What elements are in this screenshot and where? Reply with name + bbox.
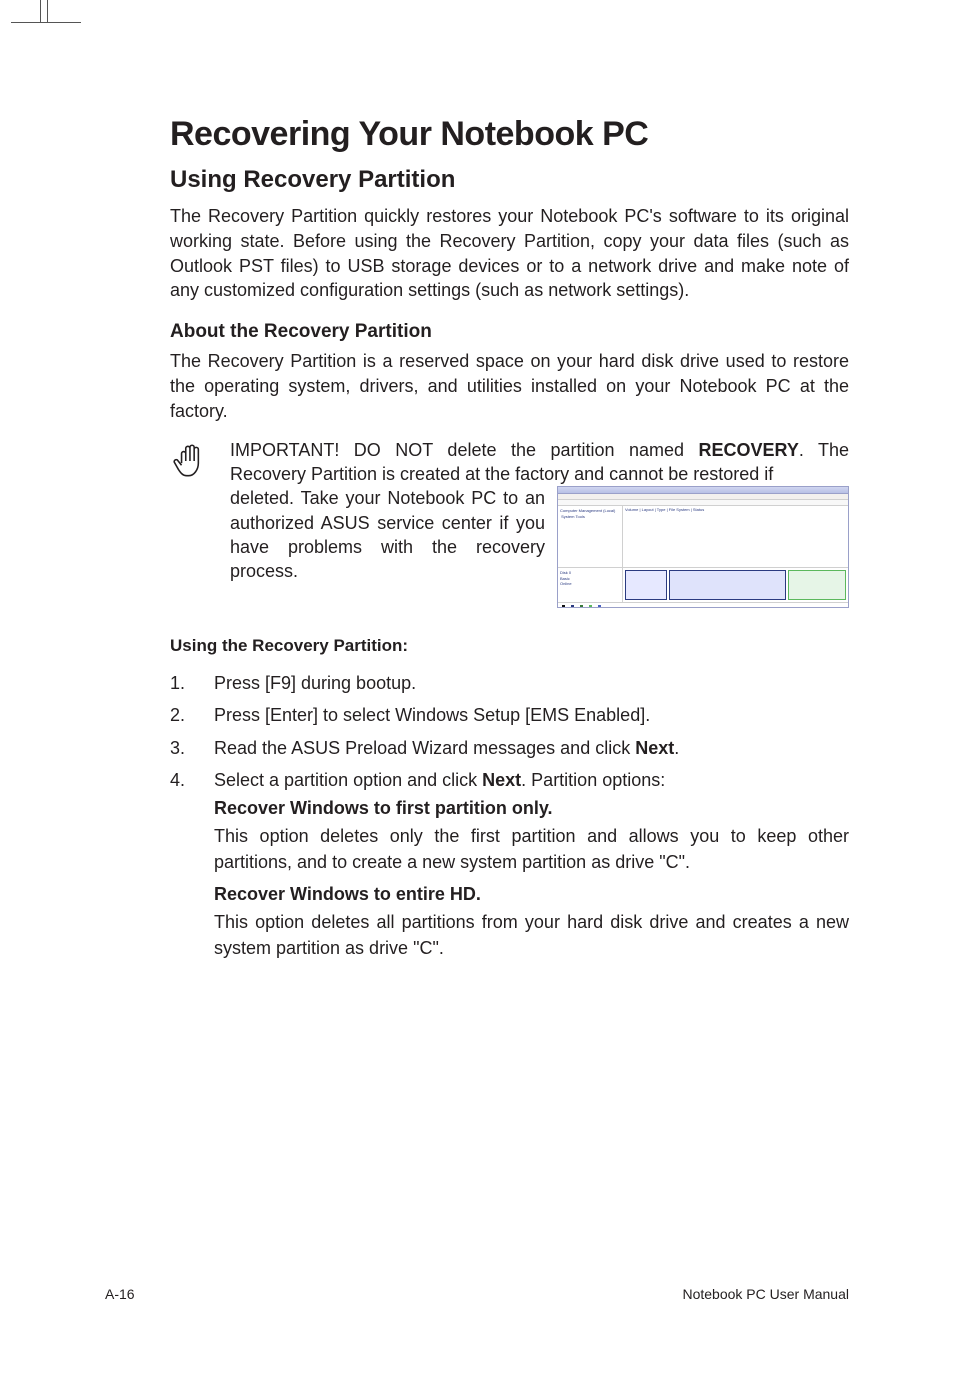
- callout-bold: RECOVERY: [698, 440, 798, 460]
- crop-mark: [40, 0, 48, 22]
- page-title: Recovering Your Notebook PC: [170, 115, 849, 154]
- screenshot-partition-d: [788, 570, 846, 600]
- option-1-title: Recover Windows to first partition only.: [214, 795, 849, 821]
- screenshot-legend: [558, 602, 848, 608]
- screenshot-titlebar: [558, 487, 848, 494]
- screenshot-partition-c: [669, 570, 786, 600]
- option-1-body: This option deletes only the first parti…: [214, 823, 849, 875]
- step-list: Press [F9] during bootup. Press [Enter] …: [170, 670, 849, 961]
- callout-text: IMPORTANT! DO NOT delete the partition n…: [230, 438, 849, 609]
- page-footer: A-16 Notebook PC User Manual: [105, 1286, 849, 1302]
- option-2-title: Recover Windows to entire HD.: [214, 881, 849, 907]
- screenshot-partition-recovery: [625, 570, 667, 600]
- hand-stop-icon: [170, 438, 230, 609]
- screenshot-volume-list: Volume | Layout | Type | File System | S…: [623, 506, 848, 567]
- option-2-body: This option deletes all partitions from …: [214, 909, 849, 961]
- subsection-paragraph: The Recovery Partition is a reserved spa…: [170, 349, 849, 423]
- step-4: Select a partition option and click Next…: [170, 767, 849, 962]
- procedure-heading: Using the Recovery Partition:: [170, 636, 849, 656]
- disk-management-screenshot: Computer Management (Local) System Tools…: [557, 486, 849, 608]
- manual-title: Notebook PC User Manual: [682, 1286, 849, 1302]
- callout-prefix: IMPORTANT! DO NOT delete the partition n…: [230, 440, 698, 460]
- step-1: Press [F9] during bootup.: [170, 670, 849, 696]
- subsection-heading: About the Recovery Partition: [170, 321, 849, 343]
- screenshot-tree-pane: Computer Management (Local) System Tools: [558, 506, 623, 567]
- step-2: Press [Enter] to select Windows Setup [E…: [170, 702, 849, 728]
- page: Recovering Your Notebook PC Using Recove…: [0, 0, 954, 1392]
- intro-paragraph: The Recovery Partition quickly restores …: [170, 204, 849, 303]
- page-number: A-16: [105, 1286, 135, 1302]
- important-callout: IMPORTANT! DO NOT delete the partition n…: [170, 438, 849, 609]
- content-area: Recovering Your Notebook PC Using Recove…: [170, 115, 849, 967]
- callout-left-text: deleted. Take your Notebook PC to an aut…: [230, 486, 545, 608]
- section-heading: Using Recovery Partition: [170, 166, 849, 194]
- screenshot-disk-label: Disk 0BasicOnline: [558, 568, 623, 602]
- step-3: Read the ASUS Preload Wizard messages an…: [170, 735, 849, 761]
